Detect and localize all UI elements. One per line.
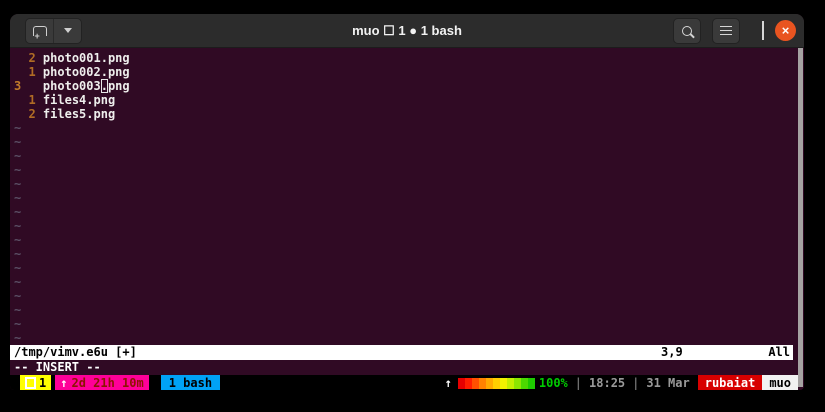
window-title: muo ☐ 1 ● 1 bash [352, 22, 462, 38]
empty-line-tilde: ~ [14, 233, 22, 247]
new-tab-button[interactable] [26, 19, 53, 43]
tmux-uptime-segment: ↑ 2d 21h 10m [55, 375, 149, 390]
empty-line-tilde: ~ [14, 303, 22, 317]
statusline-filename: /tmp/vimv.e6u [+] [14, 345, 137, 359]
empty-line-tilde: ~ [14, 121, 22, 135]
battery-gradient-block [506, 377, 514, 389]
maximize-button[interactable] [762, 20, 764, 40]
tmux-window-tab[interactable]: 1 bash [160, 375, 221, 390]
empty-line-tilde: ~ [14, 289, 22, 303]
tmux-host-segment: muo [762, 375, 798, 390]
buffer-line: 2 files5.png [14, 107, 804, 121]
empty-line-tilde: ~ [14, 149, 22, 163]
terminal-window: muo ☐ 1 ● 1 bash × 2 photo001.png 1 phot… [10, 14, 804, 390]
empty-line-tilde: ~ [14, 135, 22, 149]
desktop: { "titlebar": { "title": "muo ☐ 1 ● 1 ba… [0, 0, 825, 412]
battery-gradient-block [457, 377, 465, 389]
file-name-text: files5.png [42, 107, 116, 121]
buffer-line: 3 photo003.png [14, 79, 804, 93]
vim-mode-message: -- INSERT -- [14, 360, 101, 374]
terminal-scrollbar[interactable] [798, 48, 803, 387]
battery-gradient-block [471, 377, 479, 389]
window-controls: × [673, 17, 796, 44]
line-number: 1 [14, 93, 36, 107]
separator: | [574, 376, 583, 390]
empty-line-tilde: ~ [14, 317, 22, 331]
empty-line-tilde: ~ [14, 247, 22, 261]
tmux-user-segment: rubaiat [697, 375, 763, 390]
empty-line-tilde: ~ [14, 177, 22, 191]
battery-percent: 100% [538, 376, 568, 390]
battery-gradient-block [478, 377, 486, 389]
vim-cursor: . [100, 79, 108, 93]
separator: | [632, 376, 640, 390]
maximize-icon [762, 20, 764, 40]
uptime-text: 2d 21h 10m [71, 376, 144, 390]
online-arrow-icon: ↑ [444, 376, 452, 390]
line-number: 1 [14, 65, 36, 79]
battery-gradient-block [520, 377, 528, 389]
titlebar[interactable]: muo ☐ 1 ● 1 bash × [10, 14, 804, 48]
battery-gradient-block [492, 377, 500, 389]
battery-gradient-block [485, 377, 493, 389]
buffer-line: 1 files4.png [14, 93, 804, 107]
search-button[interactable] [673, 17, 701, 44]
buffer-line: 2 photo001.png [14, 51, 804, 65]
close-button[interactable]: × [775, 20, 796, 41]
empty-line-tilde: ~ [14, 205, 22, 219]
battery-gradient-block [527, 377, 535, 389]
buffer-line: 1 photo002.png [14, 65, 804, 79]
cursor-position: 3,9 [661, 345, 683, 359]
battery-gradient-block [464, 377, 472, 389]
session-window-icon [25, 377, 36, 389]
line-number: 2 [14, 107, 36, 121]
buffer: 2 photo001.png 1 photo002.png 3 photo003.… [10, 51, 804, 345]
file-name-text: files4.png [42, 93, 116, 107]
menu-button[interactable] [712, 17, 740, 44]
search-icon [682, 25, 692, 36]
tab-list-dropdown-button[interactable] [53, 18, 81, 43]
file-name-text: photo001.png [42, 51, 130, 65]
session-label: 1 [39, 376, 47, 390]
terminal-screen[interactable]: 2 photo001.png 1 photo002.png 3 photo003.… [10, 48, 804, 390]
empty-line-tilde: ~ [14, 191, 22, 205]
vim-statusline: /tmp/vimv.e6u [+] 3,9 All [10, 345, 793, 360]
hamburger-menu-icon [720, 25, 732, 36]
line-number: 3 [14, 79, 36, 93]
empty-line-tilde: ~ [14, 331, 22, 345]
file-name-text: photo003.png [42, 79, 130, 93]
tmux-status-bar: 1 ↑ 2d 21h 10m 1 bash ↑ 100% | 18:25 | 3… [10, 375, 798, 390]
tab-button-group [25, 17, 82, 44]
scroll-indicator: All [768, 345, 790, 359]
empty-line-tilde: ~ [14, 219, 22, 233]
date: 31 Mar [646, 376, 690, 390]
close-icon: × [781, 23, 790, 38]
empty-line-tilde: ~ [14, 261, 22, 275]
battery-gradient [457, 377, 535, 389]
empty-line-tilde: ~ [14, 275, 22, 289]
file-name-text: photo002.png [42, 65, 130, 79]
clock-time: 18:25 [589, 376, 626, 390]
battery-gradient-block [513, 377, 521, 389]
line-number: 2 [14, 51, 36, 65]
uptime-arrow-icon: ↑ [60, 376, 68, 390]
battery-gradient-block [499, 377, 507, 389]
tmux-session-segment[interactable]: 1 [20, 375, 52, 390]
chevron-down-icon [63, 28, 72, 33]
empty-line-tilde: ~ [14, 163, 22, 177]
new-tab-icon [32, 25, 47, 41]
